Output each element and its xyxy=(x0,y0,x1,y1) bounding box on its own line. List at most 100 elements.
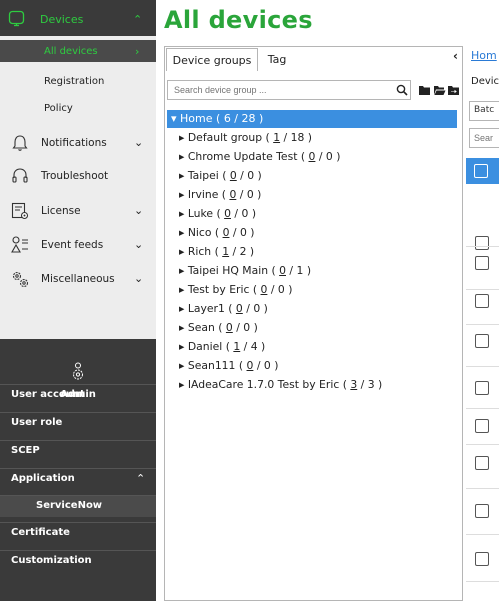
tree-node-online-link[interactable]: 0 xyxy=(226,321,233,334)
sidebar-item-miscellaneous[interactable]: Miscellaneous ⌄ xyxy=(0,265,156,293)
row-checkbox[interactable] xyxy=(475,334,489,348)
batch-actions-dropdown[interactable]: Batc xyxy=(469,101,499,121)
tree-node-name: Sean111 xyxy=(187,359,236,372)
tree-node-online-link[interactable]: 1 xyxy=(273,131,280,144)
tree-node[interactable]: ▸ Irvine ( 0 / 0 ) xyxy=(179,188,261,201)
row-divider xyxy=(466,246,499,247)
row-checkbox[interactable] xyxy=(475,294,489,308)
bell-icon xyxy=(12,135,28,151)
sidebar-item-label: License xyxy=(41,205,81,217)
tree-node[interactable]: ▸ Default group ( 1 / 18 ) xyxy=(179,131,312,144)
chevron-up-icon[interactable]: ⌃ xyxy=(133,13,142,26)
tree-node-online-link[interactable]: 1 xyxy=(233,340,240,353)
sidebar-item-event-feeds[interactable]: Event feeds ⌄ xyxy=(0,231,156,259)
sidebar-item-all-devices[interactable]: All devices › xyxy=(0,40,156,62)
chevron-down-icon[interactable]: ⌄ xyxy=(134,204,143,217)
row-checkbox[interactable] xyxy=(475,381,489,395)
admin-item-scep[interactable]: SCEP xyxy=(0,440,156,462)
tree-node-online: 6 xyxy=(223,112,231,125)
admin-item-application[interactable]: Application ⌃ xyxy=(0,468,156,490)
row-checkbox[interactable] xyxy=(475,256,489,270)
row-checkbox[interactable] xyxy=(475,504,489,518)
folder-open-icon[interactable] xyxy=(433,84,446,96)
tree-node-online-link[interactable]: 1 xyxy=(222,245,229,258)
tree-node-total: 28 xyxy=(241,112,256,125)
tab-device-groups[interactable]: Device groups xyxy=(166,48,258,71)
tree-node-name: Irvine xyxy=(187,188,219,201)
admin-item-label: SCEP xyxy=(11,445,40,456)
tree-node-online-link[interactable]: 0 xyxy=(236,302,243,315)
caret-right-icon: ▸ xyxy=(179,340,185,353)
tree-node[interactable]: ▸ Layer1 ( 0 / 0 ) xyxy=(179,302,268,315)
caret-right-icon: ▸ xyxy=(179,188,185,201)
tree-node-online-link[interactable]: 3 xyxy=(350,378,357,391)
row-checkbox[interactable] xyxy=(475,552,489,566)
sidebar-item-policy[interactable]: Policy xyxy=(0,97,156,119)
tree-node[interactable]: ▸ Sean111 ( 0 / 0 ) xyxy=(179,359,278,372)
tree-node[interactable]: ▸ Daniel ( 1 / 4 ) xyxy=(179,340,265,353)
folder-icon[interactable] xyxy=(418,84,431,96)
chevron-down-icon[interactable]: ⌄ xyxy=(134,136,143,149)
sidebar-item-notifications[interactable]: Notifications ⌄ xyxy=(0,130,156,156)
search-icon[interactable] xyxy=(396,84,408,96)
admin-item-servicenow[interactable]: ServiceNow xyxy=(0,495,156,517)
caret-right-icon: ▸ xyxy=(179,169,185,182)
caret-right-icon: ▸ xyxy=(179,207,185,220)
admin-item-customization[interactable]: Customization xyxy=(0,550,156,572)
caret-right-icon: ▸ xyxy=(179,378,185,391)
chevron-down-icon[interactable]: ⌄ xyxy=(134,272,143,285)
row-divider xyxy=(466,444,499,445)
caret-right-icon: ▸ xyxy=(179,245,185,258)
tree-node[interactable]: ▸ Nico ( 0 / 0 ) xyxy=(179,226,254,239)
tree-node-name: Layer1 xyxy=(187,302,225,315)
row-checkbox[interactable] xyxy=(475,419,489,433)
admin-item-certificate[interactable]: Certificate xyxy=(0,522,156,544)
tree-node-online-link[interactable]: 0 xyxy=(224,207,231,220)
tree-node-total: 1 xyxy=(296,264,304,277)
sidebar-item-devices[interactable]: Devices ⌃ xyxy=(0,0,156,36)
tree-node-online-link[interactable]: 0 xyxy=(223,226,230,239)
tree-node-online-link[interactable]: 0 xyxy=(279,264,286,277)
tree-node-total: 0 xyxy=(277,283,285,296)
tree-node[interactable]: ▸ Rich ( 1 / 2 ) xyxy=(179,245,254,258)
folder-move-icon[interactable] xyxy=(447,84,460,96)
admin-item-label: Certificate xyxy=(11,527,70,538)
tree-node-total: 0 xyxy=(239,226,247,239)
tree-node-online-link[interactable]: 0 xyxy=(309,150,316,163)
admin-item-user-role[interactable]: User role xyxy=(0,412,156,434)
tree-node-online-link[interactable]: 0 xyxy=(247,359,254,372)
admin-item-label: Customization xyxy=(11,555,92,566)
admin-header: Admin xyxy=(0,339,156,400)
tree-node[interactable]: ▸ Sean ( 0 / 0 ) xyxy=(179,321,258,334)
tree-node[interactable]: ▸ Luke ( 0 / 0 ) xyxy=(179,207,256,220)
tree-node-online-link[interactable]: 0 xyxy=(230,169,237,182)
tree-node-online-link[interactable]: 0 xyxy=(261,283,268,296)
tree-node[interactable]: ▸ Taipei ( 0 / 0 ) xyxy=(179,169,262,182)
select-all-checkbox[interactable] xyxy=(474,164,488,178)
sidebar-item-label: Notifications xyxy=(41,137,107,149)
sidebar-item-registration[interactable]: Registration xyxy=(0,70,156,92)
device-search-input[interactable] xyxy=(469,128,499,148)
tree-node[interactable]: ▸ Test by Eric ( 0 / 0 ) xyxy=(179,283,292,296)
tree-node-name: Taipei xyxy=(187,169,219,182)
admin-item-user-account[interactable]: User account xyxy=(0,384,156,406)
row-checkbox[interactable] xyxy=(475,236,489,250)
tree-node-name: Luke xyxy=(187,207,214,220)
chevron-up-icon[interactable]: ⌃ xyxy=(136,472,145,485)
tree-node-total: 0 xyxy=(263,359,271,372)
tree-node[interactable]: ▸ Taipei HQ Main ( 0 / 1 ) xyxy=(179,264,311,277)
tree-node[interactable]: ▸ Chrome Update Test ( 0 / 0 ) xyxy=(179,150,340,163)
sidebar-item-license[interactable]: License ⌄ xyxy=(0,197,156,225)
tree-node[interactable]: ▸ IAdeaCare 1.7.0 Test by Eric ( 3 / 3 ) xyxy=(179,378,382,391)
row-divider xyxy=(466,408,499,409)
tree-node-home[interactable]: ▾ Home ( 6 / 28 ) xyxy=(167,110,457,128)
breadcrumb-home-link[interactable]: Hom xyxy=(471,49,497,62)
tree-node-total: 0 xyxy=(241,207,249,220)
search-input[interactable] xyxy=(167,80,411,100)
chevron-left-icon[interactable]: ‹ xyxy=(453,49,458,63)
tree-node-online-link[interactable]: 0 xyxy=(229,188,236,201)
tab-tag[interactable]: Tag xyxy=(262,48,292,71)
chevron-down-icon[interactable]: ⌄ xyxy=(134,238,143,251)
row-checkbox[interactable] xyxy=(475,456,489,470)
sidebar-item-troubleshoot[interactable]: Troubleshoot xyxy=(0,163,156,189)
